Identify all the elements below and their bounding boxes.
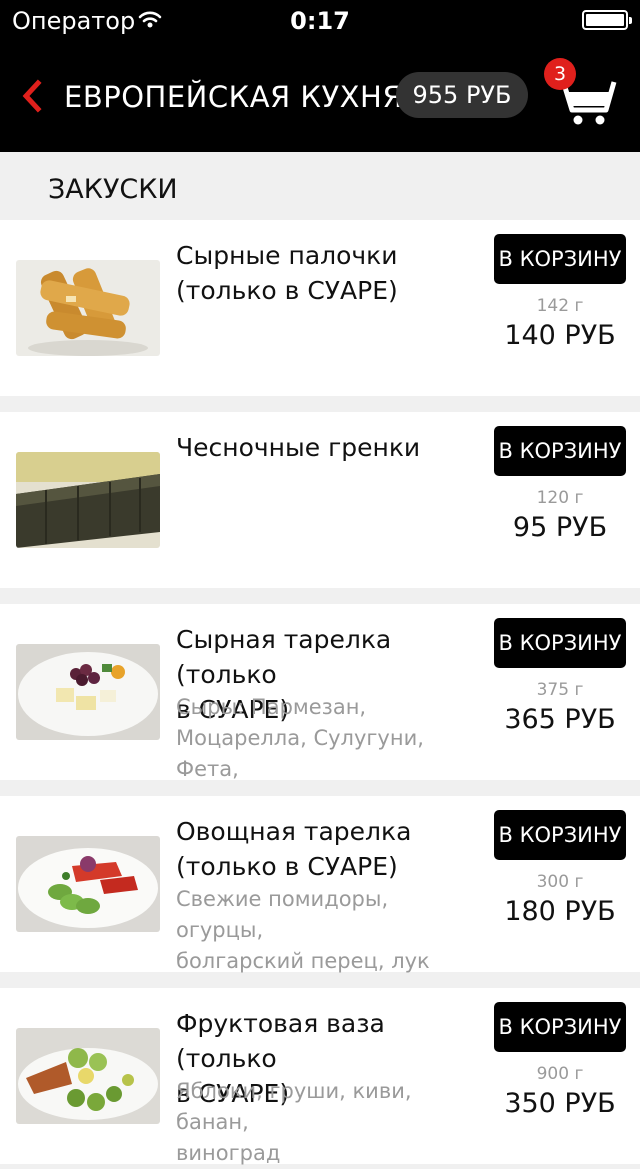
cart-count-badge: 3 xyxy=(544,58,576,90)
item-name[interactable]: Сырные палочки (только в СУАРЕ) xyxy=(176,238,486,308)
status-bar: Оператор 0:17 xyxy=(0,0,640,40)
item-price: 350 РУБ xyxy=(504,1088,616,1119)
item-weight: 900 г xyxy=(536,1064,584,1084)
menu-item[interactable]: Сырные палочки (только в СУАРЕ) В КОРЗИН… xyxy=(0,220,640,396)
cheese-sticks-image xyxy=(16,260,160,356)
item-weight: 300 г xyxy=(536,872,584,892)
section-title: ЗАКУСКИ xyxy=(48,174,178,205)
item-name[interactable]: Чесночные гренки xyxy=(176,430,486,465)
battery-icon xyxy=(582,10,632,30)
item-description: Свежие помидоры, огурцы, болгарский пере… xyxy=(176,887,430,973)
menu-item[interactable]: Овощная тарелка (только в СУАРЕ) Свежие … xyxy=(0,796,640,973)
item-weight: 375 г xyxy=(536,680,584,700)
item-weight: 142 г xyxy=(536,296,584,316)
cheese-plate-image xyxy=(16,644,160,740)
add-to-cart-button[interactable]: В КОРЗИНУ xyxy=(494,426,626,476)
item-weight: 120 г xyxy=(536,488,584,508)
item-price: 365 РУБ xyxy=(504,704,616,735)
garlic-croutons-image xyxy=(16,452,160,548)
add-to-cart-button[interactable]: В КОРЗИНУ xyxy=(494,618,626,668)
back-chevron-icon xyxy=(22,79,42,113)
item-description: Яблоки, груши, киви, банан, виноград xyxy=(176,1079,412,1165)
item-price: 140 РУБ xyxy=(504,320,616,351)
menu-item[interactable]: Сырная тарелка (только в СУАРЕ) Сыры: Па… xyxy=(0,604,640,781)
cart-total-badge[interactable]: 955 РУБ xyxy=(396,72,528,118)
menu-item[interactable]: Фруктовая ваза (только в СУАРЕ) Яблоки, … xyxy=(0,988,640,1165)
menu-item[interactable]: Чесночные гренки В КОРЗИНУ 120 г 95 РУБ xyxy=(0,412,640,588)
add-to-cart-button[interactable]: В КОРЗИНУ xyxy=(494,1002,626,1052)
clock: 0:17 xyxy=(290,7,350,35)
item-price: 180 РУБ xyxy=(504,896,616,927)
fruit-vase-image xyxy=(16,1028,160,1124)
add-to-cart-button[interactable]: В КОРЗИНУ xyxy=(494,810,626,860)
nav-bar: ЕВРОПЕЙСКАЯ КУХНЯ 955 РУБ 3 xyxy=(0,40,640,152)
vegetable-plate-image xyxy=(16,836,160,932)
page-title: ЕВРОПЕЙСКАЯ КУХНЯ xyxy=(64,80,403,114)
item-name[interactable]: Овощная тарелка (только в СУАРЕ) xyxy=(176,814,486,884)
back-button[interactable] xyxy=(16,78,50,114)
item-price: 95 РУБ xyxy=(512,512,608,543)
section-header: ЗАКУСКИ xyxy=(0,152,640,220)
item-description: Сыры: Пармезан, Моцарелла, Сулугуни, Фет… xyxy=(176,695,424,781)
add-to-cart-button[interactable]: В КОРЗИНУ xyxy=(494,234,626,284)
